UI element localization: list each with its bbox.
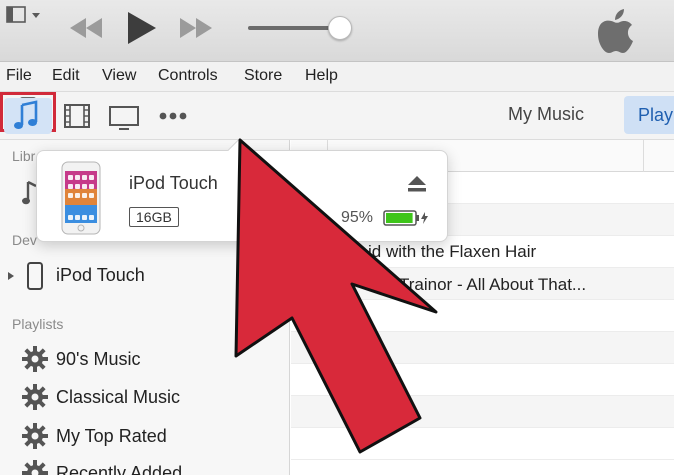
table-row[interactable] [291, 364, 674, 396]
device-popover: iPod Touch 16GB 95% [36, 138, 448, 242]
battery-percent: 95% [341, 209, 374, 226]
volume-knob[interactable] [328, 16, 352, 40]
menu-file[interactable]: File [6, 67, 32, 85]
disclosure-triangle-icon[interactable] [6, 270, 16, 282]
song-title: id with the Flaxen Hair [368, 242, 537, 261]
song-title: Trainor - All About That... [399, 275, 587, 294]
popover-device-name: iPod Touch [129, 173, 218, 193]
gear-icon [22, 423, 48, 449]
menu-bar: File Edit View Controls Store Help [0, 62, 674, 92]
tv-icon[interactable] [106, 98, 142, 134]
player-bar [0, 0, 674, 62]
gear-icon [22, 384, 48, 410]
devices-heading: Dev [12, 232, 37, 248]
menu-controls[interactable]: Controls [158, 67, 218, 85]
table-row[interactable] [291, 396, 674, 428]
eject-icon[interactable] [407, 175, 427, 193]
playlist-90s-music[interactable]: 90's Music [56, 349, 140, 370]
menu-store[interactable]: Store [244, 67, 282, 85]
library-heading: Libr [12, 148, 36, 164]
playlist-recently-added[interactable]: Recently Added [56, 463, 182, 475]
rewind-icon[interactable] [66, 10, 106, 46]
playlist-classical-music[interactable]: Classical Music [56, 387, 180, 408]
ipod-touch-thumbnail [61, 161, 101, 235]
battery-fill [386, 213, 413, 223]
film-strip-icon[interactable] [60, 98, 94, 134]
playlist-my-top-rated[interactable]: My Top Rated [56, 426, 167, 447]
apple-logo-icon [598, 9, 633, 54]
music-tab[interactable] [4, 98, 52, 134]
play-icon[interactable] [120, 10, 160, 46]
sidebar-device-ipod-touch[interactable]: iPod Touch [56, 265, 145, 286]
gear-icon [22, 346, 48, 372]
playlists-heading: Playlists [12, 316, 64, 332]
menu-view[interactable]: View [102, 67, 136, 85]
table-row[interactable] [291, 332, 674, 364]
sidebar-toggle-icon[interactable] [6, 6, 42, 24]
volume-slider[interactable] [248, 16, 352, 40]
media-toolbar: My Music Playl [0, 92, 674, 140]
fast-forward-icon[interactable] [176, 10, 216, 46]
volume-track [248, 26, 340, 30]
menu-edit[interactable]: Edit [52, 67, 80, 85]
my-music-tab[interactable]: My Music [508, 104, 584, 125]
table-row[interactable]: Trainor - All About That... [291, 268, 674, 300]
table-row[interactable] [291, 428, 674, 460]
playlists-tab[interactable]: Playl [624, 96, 674, 134]
menu-help[interactable]: Help [305, 67, 338, 85]
music-note-icon [14, 100, 38, 129]
battery-icon [383, 210, 428, 226]
table-row[interactable] [291, 300, 674, 332]
gear-icon [22, 460, 48, 475]
more-dots-icon[interactable] [154, 98, 192, 134]
iphone-icon [27, 262, 43, 290]
capacity-badge: 16GB [129, 207, 179, 227]
